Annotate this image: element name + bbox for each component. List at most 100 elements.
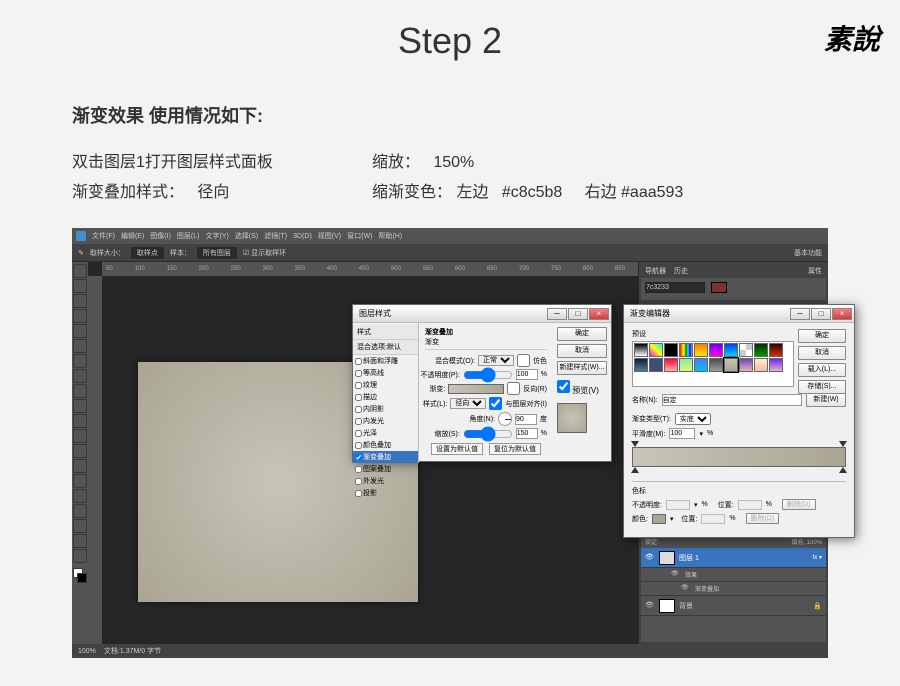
tool-type[interactable] xyxy=(73,489,87,503)
color-swatch[interactable] xyxy=(711,282,727,293)
load-button[interactable]: 载入(L)... xyxy=(798,363,846,377)
reset-default-button[interactable]: 复位为默认值 xyxy=(489,443,541,455)
opacity-stop[interactable] xyxy=(631,441,639,447)
gradient-preset[interactable] xyxy=(754,358,768,372)
cancel-button[interactable]: 取消 xyxy=(557,344,607,358)
opacity-slider[interactable] xyxy=(463,371,513,379)
layer-fx-header[interactable]: 👁 效果 xyxy=(641,568,826,582)
fx-badge[interactable]: fx ▾ xyxy=(813,554,822,561)
style-item[interactable]: 投影 xyxy=(353,487,418,499)
tool-gradient[interactable] xyxy=(73,429,87,443)
gradient-preset[interactable] xyxy=(769,343,783,357)
save-button[interactable]: 存储(S)... xyxy=(798,380,846,394)
maximize-button[interactable]: □ xyxy=(568,308,588,320)
style-checkbox[interactable] xyxy=(355,442,362,449)
style-checkbox[interactable] xyxy=(355,382,362,389)
eye-icon[interactable]: 👁 xyxy=(671,570,681,580)
grad-type-select[interactable]: 实底 xyxy=(675,413,711,425)
tool-wand[interactable] xyxy=(73,309,87,323)
grad-name-input[interactable] xyxy=(662,394,802,406)
workspace-switcher[interactable]: 基本功能 xyxy=(794,248,822,258)
color-hex-input[interactable] xyxy=(645,282,705,293)
align-checkbox[interactable] xyxy=(489,397,502,410)
tab-properties[interactable]: 属性 xyxy=(808,266,822,276)
dither-checkbox[interactable] xyxy=(517,354,530,367)
tool-lasso[interactable] xyxy=(73,294,87,308)
style-checkbox[interactable] xyxy=(355,370,362,377)
minimize-button[interactable]: ─ xyxy=(790,308,810,320)
menu-item[interactable]: 窗口(W) xyxy=(347,233,372,240)
tool-shape[interactable] xyxy=(73,519,87,533)
gradient-preset[interactable] xyxy=(754,343,768,357)
status-zoom[interactable]: 100% xyxy=(78,648,96,655)
gradient-preset[interactable] xyxy=(634,343,648,357)
style-checkbox[interactable] xyxy=(355,406,362,413)
dialog-titlebar[interactable]: 渐变编辑器 ─ □ × xyxy=(624,305,854,323)
eye-icon[interactable]: 👁 xyxy=(681,584,691,594)
angle-input[interactable] xyxy=(515,414,537,425)
new-style-button[interactable]: 新建样式(W)... xyxy=(557,361,607,375)
menu-item[interactable]: 3D(D) xyxy=(293,233,312,240)
style-checkbox[interactable] xyxy=(355,358,362,365)
gradient-picker[interactable] xyxy=(448,384,504,394)
style-checkbox[interactable] xyxy=(355,454,362,461)
tool-brush[interactable] xyxy=(73,369,87,383)
tool-crop[interactable] xyxy=(73,324,87,338)
background-color[interactable] xyxy=(77,573,87,583)
chevron-down-icon[interactable]: ▾ xyxy=(699,430,703,438)
menu-item[interactable]: 滤镜(T) xyxy=(264,233,287,240)
tool-move[interactable] xyxy=(73,264,87,278)
gradient-preset[interactable] xyxy=(649,358,663,372)
tool-path[interactable] xyxy=(73,504,87,518)
style-checkbox[interactable] xyxy=(355,490,362,497)
opt-sample-size-select[interactable]: 取样点 xyxy=(131,247,164,259)
eye-icon[interactable]: 👁 xyxy=(645,601,655,611)
style-item[interactable]: 颜色叠加 xyxy=(353,439,418,451)
gradient-preset[interactable] xyxy=(724,343,738,357)
scale-slider[interactable] xyxy=(463,430,513,438)
color-stop-right[interactable] xyxy=(839,467,847,473)
color-stop-left[interactable] xyxy=(631,467,639,473)
style-item[interactable]: 内阴影 xyxy=(353,403,418,415)
tool-zoom[interactable] xyxy=(73,549,87,563)
tool-eraser[interactable] xyxy=(73,414,87,428)
style-item[interactable]: 斜面和浮雕 xyxy=(353,355,418,367)
menu-item[interactable]: 编辑(E) xyxy=(121,233,144,240)
style-item[interactable]: 纹理 xyxy=(353,379,418,391)
style-checkbox[interactable] xyxy=(355,418,362,425)
tool-heal[interactable] xyxy=(73,354,87,368)
gradient-preset[interactable] xyxy=(709,358,723,372)
menu-item[interactable]: 文字(Y) xyxy=(205,233,228,240)
gradient-preset[interactable] xyxy=(679,343,693,357)
menu-item[interactable]: 视图(V) xyxy=(318,233,341,240)
ok-button[interactable]: 确定 xyxy=(798,329,846,343)
opt-sample-select[interactable]: 所有图层 xyxy=(197,247,237,259)
opacity-stop[interactable] xyxy=(839,441,847,447)
menu-item[interactable]: 文件(F) xyxy=(92,233,115,240)
gradient-preset[interactable] xyxy=(634,358,648,372)
gradient-preset[interactable] xyxy=(649,343,663,357)
angle-dial[interactable] xyxy=(498,412,512,426)
menu-item[interactable]: 帮助(H) xyxy=(378,233,402,240)
style-item[interactable]: 光泽 xyxy=(353,427,418,439)
layer-row-background[interactable]: 👁 背景 🔒 xyxy=(641,596,826,616)
gradient-preset[interactable] xyxy=(739,358,753,372)
menu-item[interactable]: 图像(I) xyxy=(150,233,171,240)
gradient-preset[interactable] xyxy=(664,343,678,357)
tool-blur[interactable] xyxy=(73,444,87,458)
style-list-header[interactable]: 样式 xyxy=(353,325,418,340)
maximize-button[interactable]: □ xyxy=(811,308,831,320)
ok-button[interactable]: 确定 xyxy=(557,327,607,341)
style-checkbox[interactable] xyxy=(355,466,362,473)
style-checkbox[interactable] xyxy=(355,430,362,437)
style-checkbox[interactable] xyxy=(355,478,362,485)
tool-dodge[interactable] xyxy=(73,459,87,473)
cancel-button[interactable]: 取消 xyxy=(798,346,846,360)
style-item[interactable]: 渐变叠加 xyxy=(353,451,418,463)
gradient-preset[interactable] xyxy=(694,343,708,357)
style-item[interactable]: 外发光 xyxy=(353,475,418,487)
opt-show-ring[interactable]: ☑ 显示取样环 xyxy=(243,248,286,258)
tool-hand[interactable] xyxy=(73,534,87,548)
layer-fx-gradient-overlay[interactable]: 👁 渐变叠加 xyxy=(641,582,826,596)
gradient-preset[interactable] xyxy=(724,358,738,372)
